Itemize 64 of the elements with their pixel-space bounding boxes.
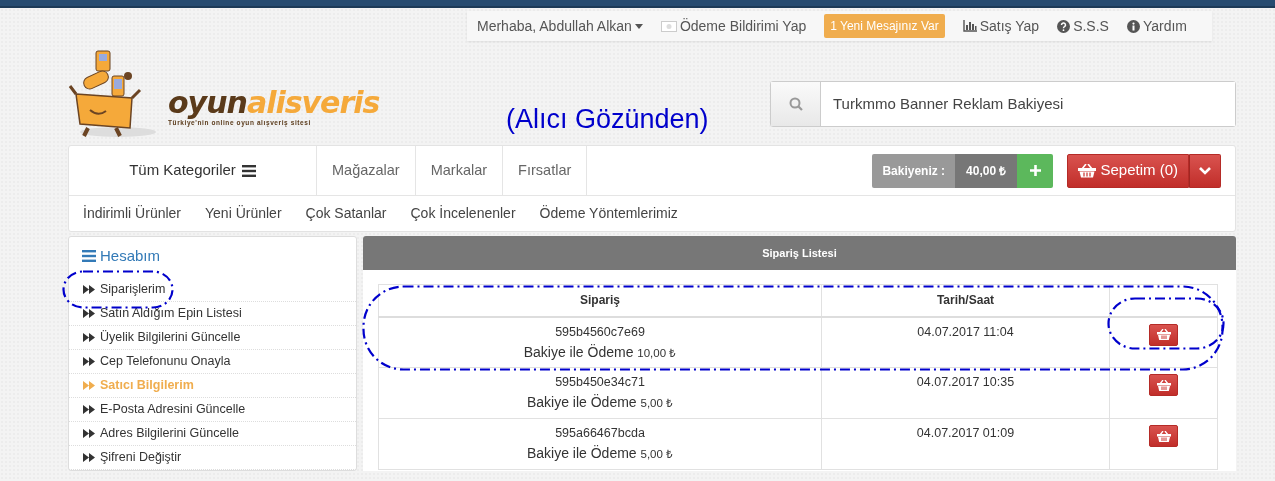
help-link[interactable]: Yardım — [1126, 15, 1188, 37]
fast-forward-icon — [83, 308, 95, 318]
sidebar-item[interactable]: Satın Aldığım Epin Listesi — [69, 301, 356, 326]
menu-icon — [82, 250, 96, 263]
column-header: Tarih/Saat — [821, 284, 1110, 317]
order-id: 595b4560c7e69 — [554, 323, 646, 340]
fast-forward-icon — [83, 284, 95, 294]
payment-notice-link[interactable]: Ödeme Bildirimi Yap — [660, 15, 807, 37]
basket-icon — [1078, 163, 1097, 178]
fast-forward-icon — [83, 428, 95, 438]
menu-icon — [241, 164, 256, 177]
cart-dropdown-button[interactable] — [1189, 153, 1221, 188]
payment-method: Bakiye ile Ödeme 5,00 ₺ — [525, 444, 675, 463]
sidebar-item[interactable]: Siparişlerim — [69, 277, 356, 302]
nav-link[interactable]: Markalar — [415, 146, 504, 195]
sidebar-item[interactable]: Cep Telefonunu Onayla — [69, 349, 356, 374]
basket-icon — [1156, 329, 1171, 340]
fast-forward-icon — [83, 356, 95, 366]
subnav-link[interactable]: Yeni Ürünler — [205, 203, 282, 224]
search-icon — [788, 97, 803, 111]
search-field[interactable]: Turkmmo Banner Reklam Bakiyesi — [770, 81, 1236, 127]
subnav-link[interactable]: Ödeme Yöntemlerimiz — [539, 203, 678, 224]
cart-button[interactable]: Sepetim (0) — [1067, 153, 1189, 188]
sidebar-item[interactable]: Şifreni Değiştir — [69, 445, 356, 470]
plus-icon — [1029, 165, 1041, 176]
sidebar-item[interactable]: Üyelik Bilgilerini Güncelle — [69, 325, 356, 350]
payment-method: Bakiye ile Ödeme 10,00 ₺ — [522, 342, 678, 361]
balance-label: Bakiyeniz : — [872, 153, 956, 188]
fast-forward-icon — [83, 380, 95, 390]
categories-menu[interactable]: Tüm Kategoriler — [69, 146, 317, 195]
fast-forward-icon — [83, 332, 95, 342]
banknote-icon — [660, 20, 677, 32]
logo-wordmark[interactable]: oyunalisveris — [168, 88, 380, 119]
info-icon — [1126, 19, 1140, 33]
user-menu[interactable]: Merhaba, Abdullah Alkan — [477, 15, 643, 37]
caret-icon — [634, 23, 643, 29]
fast-forward-icon — [83, 452, 95, 462]
date-cell: 04.07.2017 01:09 — [821, 418, 1110, 470]
fast-forward-icon — [83, 404, 95, 414]
balance-value: 40,00 ₺ — [955, 153, 1018, 188]
question-icon — [1057, 19, 1071, 33]
sell-link[interactable]: Satış Yap — [962, 15, 1040, 37]
order-id: 595a66467bcda — [554, 425, 646, 442]
subnav-link[interactable]: Çok İncelenenler — [410, 203, 516, 224]
subnav-link[interactable]: Çok Satanlar — [305, 203, 387, 224]
sidebar-item[interactable]: E-Posta Adresini Güncelle — [69, 397, 356, 422]
order-id: 595b450e34c71 — [554, 374, 646, 391]
basket-button[interactable] — [1149, 323, 1178, 346]
chevron-down-icon — [1199, 166, 1211, 175]
basket-icon — [1156, 379, 1171, 391]
sidebar-item[interactable]: Adres Bilgilerini Güncelle — [69, 421, 356, 446]
bar-chart-icon — [962, 20, 977, 32]
column-header: Sipariş — [378, 284, 822, 317]
basket-button[interactable] — [1149, 425, 1178, 447]
basket-button[interactable] — [1149, 374, 1178, 396]
sidebar-title: Hesabım — [69, 245, 356, 278]
nav-link[interactable]: Mağazalar — [317, 146, 416, 195]
panel-header: Sipariş Listesi — [363, 236, 1236, 270]
nav-link[interactable]: Fırsatlar — [503, 146, 588, 195]
basket-icon — [1156, 430, 1171, 442]
faq-link[interactable]: S.S.S — [1057, 15, 1109, 37]
subnav-link[interactable]: İndirimli Ürünler — [83, 203, 182, 224]
annotation-label: (Alıcı Gözünden) — [506, 103, 709, 136]
payment-method: Bakiye ile Ödeme 5,00 ₺ — [525, 393, 675, 412]
